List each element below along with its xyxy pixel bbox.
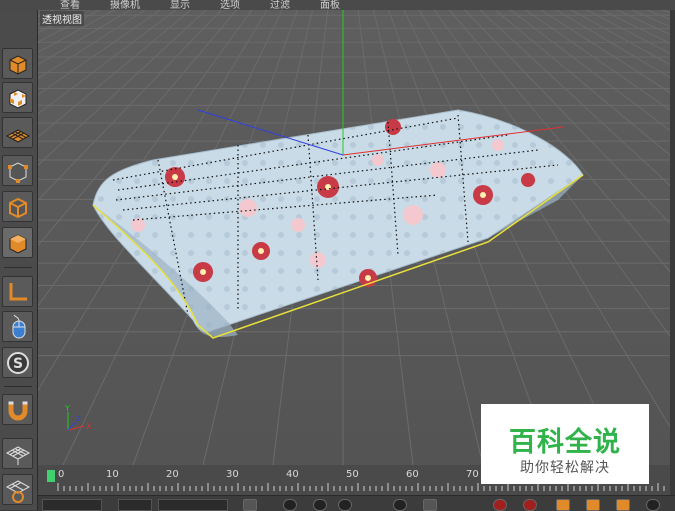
magnet-icon[interactable] xyxy=(2,394,33,425)
auto-key-button[interactable] xyxy=(523,499,537,511)
svg-text:S: S xyxy=(13,356,23,372)
viewport-label: 透视视图 xyxy=(40,11,84,26)
frame-step-field[interactable] xyxy=(118,499,152,511)
timeline-tick: 50 xyxy=(346,469,359,480)
grid-plane-icon[interactable] xyxy=(2,117,33,148)
play-reverse-button[interactable] xyxy=(313,499,327,511)
axis-icon[interactable] xyxy=(2,276,33,307)
timeline-tick: 10 xyxy=(106,469,119,480)
keyframe-move-button[interactable] xyxy=(556,499,570,511)
watermark-logo: 百科全说 助你轻松解决 xyxy=(481,404,649,484)
menu-item-display[interactable]: 显示 xyxy=(170,0,190,10)
keyframe-rotate-button[interactable] xyxy=(616,499,630,511)
lattice-icon[interactable] xyxy=(2,438,33,469)
timeline-tick: 0 xyxy=(58,469,65,480)
timeline-tick: 70 xyxy=(466,469,479,480)
left-toolbar: S xyxy=(0,10,38,510)
go-to-start-button[interactable] xyxy=(243,499,257,511)
timeline-tick: 30 xyxy=(226,469,239,480)
go-to-end-button[interactable] xyxy=(423,499,437,511)
timeline-tick: 40 xyxy=(286,469,299,480)
axis-label-x: X xyxy=(86,422,92,431)
loop-icon[interactable] xyxy=(2,474,33,505)
checker-cube-icon[interactable] xyxy=(2,82,33,113)
perspective-viewport[interactable]: Y X Z 透视视图 xyxy=(38,10,670,465)
axis-label-z: Z xyxy=(76,415,81,423)
timeline-scale xyxy=(57,483,665,491)
viewport-menu-bar: 查看 摄像机 显示 选项 过滤 面板 xyxy=(0,0,675,10)
snap-s-icon[interactable]: S xyxy=(2,347,33,378)
edges-mode-icon[interactable] xyxy=(2,191,33,222)
viewport-right-edge xyxy=(670,10,675,495)
menu-item-filter[interactable]: 过滤 xyxy=(270,0,290,10)
current-frame-marker[interactable] xyxy=(47,470,55,482)
viewport-scene: Y X Z xyxy=(38,10,670,465)
keyframe-param-button[interactable] xyxy=(646,499,660,511)
menu-item-options[interactable]: 选项 xyxy=(220,0,240,10)
frame-end-field[interactable] xyxy=(158,499,228,511)
menu-item-panel[interactable]: 面板 xyxy=(320,0,340,10)
axis-label-y: Y xyxy=(64,404,70,413)
menu-item-camera[interactable]: 摄像机 xyxy=(110,0,140,10)
transport-controls xyxy=(38,495,675,511)
polygons-mode-icon[interactable] xyxy=(2,227,33,258)
frame-start-field[interactable] xyxy=(42,499,102,511)
watermark-subtitle: 助你轻松解决 xyxy=(520,460,610,476)
keyframe-scale-button[interactable] xyxy=(586,499,600,511)
cube-icon[interactable] xyxy=(2,48,33,79)
timeline-tick: 20 xyxy=(166,469,179,480)
timeline-tick: 60 xyxy=(406,469,419,480)
points-mode-icon[interactable] xyxy=(2,155,33,186)
record-button[interactable] xyxy=(493,499,507,511)
mouse-icon[interactable] xyxy=(2,311,33,342)
cinema4d-window: 查看 摄像机 显示 选项 过滤 面板 S Y X Z 透视视图 0 10 20 … xyxy=(0,0,675,511)
menu-item-view[interactable]: 查看 xyxy=(60,0,80,10)
step-back-button[interactable] xyxy=(283,499,297,511)
play-button[interactable] xyxy=(338,499,352,511)
step-forward-button[interactable] xyxy=(393,499,407,511)
watermark-title: 百科全说 xyxy=(509,427,621,458)
